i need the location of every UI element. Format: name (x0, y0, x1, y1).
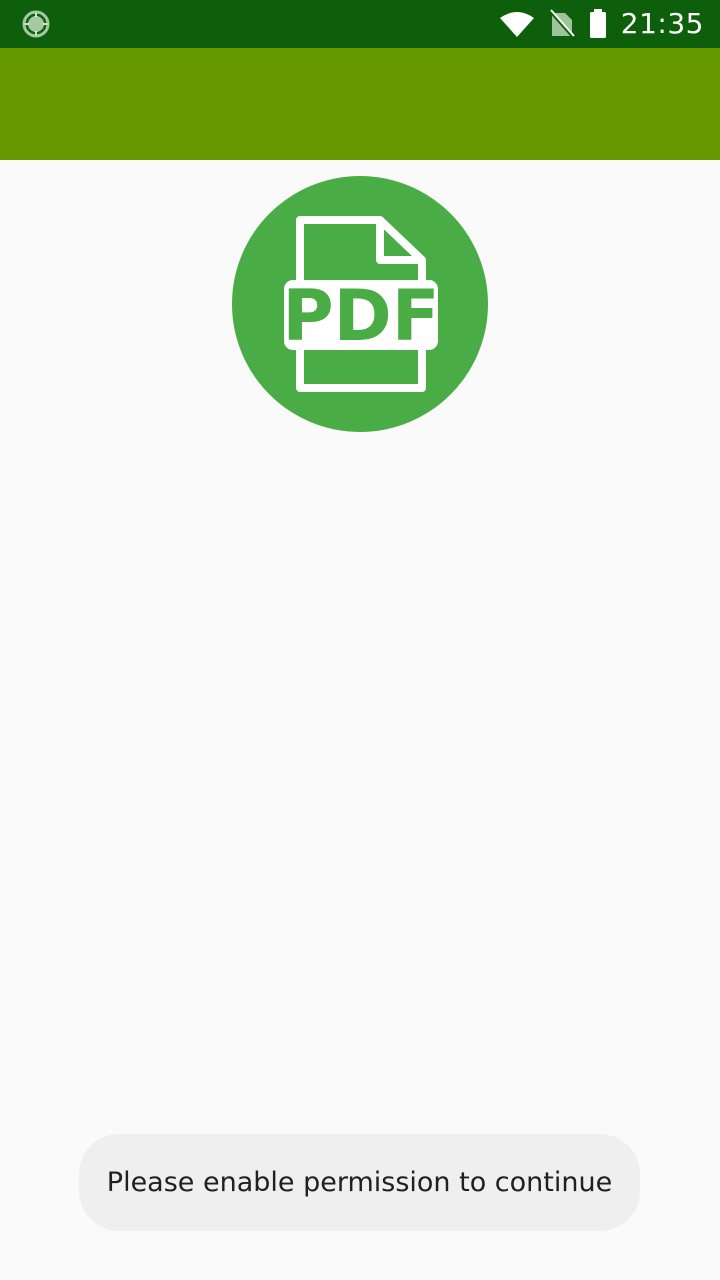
status-icons: 21:35 (499, 0, 704, 48)
status-time: 21:35 (620, 7, 704, 40)
status-bar: 21:35 (0, 0, 720, 48)
app-bar (0, 48, 720, 160)
battery-icon (589, 9, 606, 38)
toast-message: Please enable permission to continue (106, 1167, 613, 1198)
pdf-file-icon: PDF (232, 176, 488, 432)
loading-circle-icon (22, 10, 50, 38)
screen: 21:35 PDF Please enable permission to co… (0, 0, 720, 1280)
wifi-icon (499, 12, 534, 37)
permission-toast: Please enable permission to continue (79, 1134, 640, 1231)
no-sim-icon (548, 9, 575, 39)
pdf-logo-text: PDF (282, 275, 439, 357)
